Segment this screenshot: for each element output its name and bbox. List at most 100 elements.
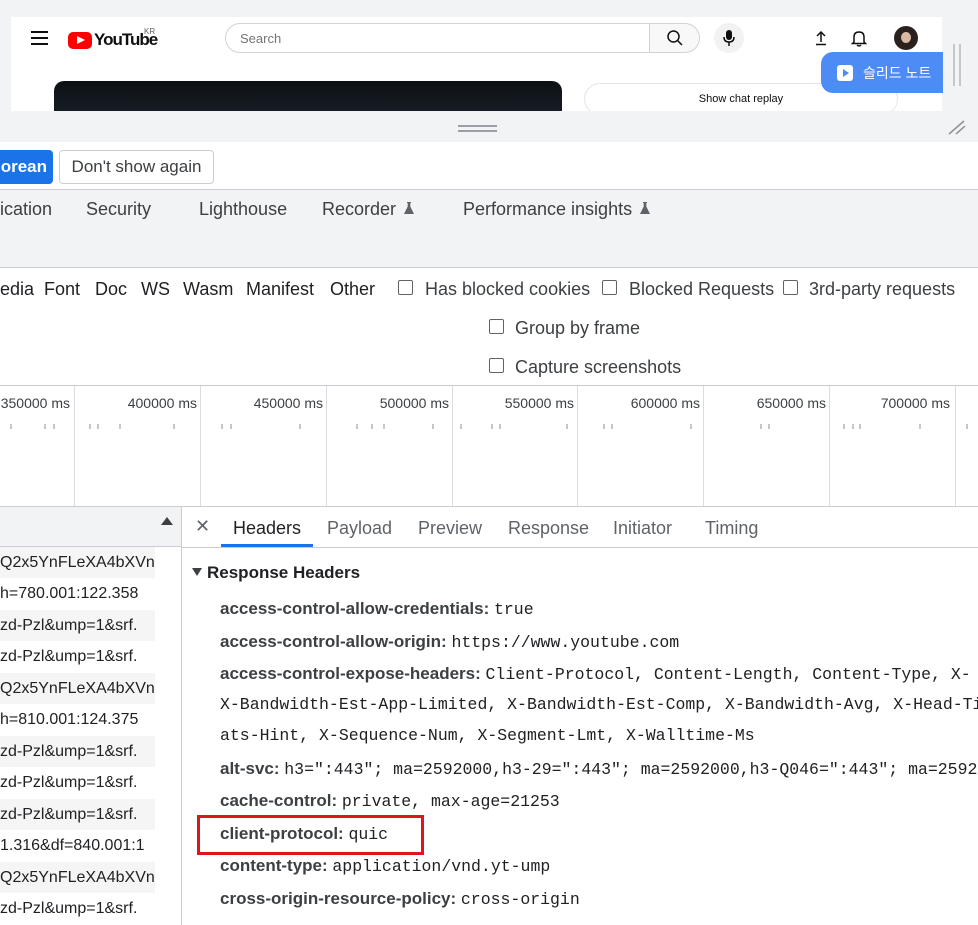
youtube-play-icon	[68, 31, 92, 49]
table-row[interactable]: zd-Pzl&ump=1&srf.	[0, 767, 155, 798]
timeline-tick	[299, 424, 301, 429]
header-row[interactable]: alt-svc: h3=":443"; ma=2592000,h3-29=":4…	[220, 759, 977, 779]
timeline-tick	[371, 424, 373, 429]
header-name: access-control-allow-origin:	[220, 632, 447, 651]
table-row[interactable]: Q2x5YnFLeXA4bXVn	[0, 547, 155, 578]
close-icon[interactable]: ✕	[195, 516, 210, 537]
header-row[interactable]: cross-origin-resource-policy: cross-orig…	[220, 889, 580, 909]
timeline-gridline	[829, 386, 830, 506]
tab-performance-insights[interactable]: Performance insights	[463, 199, 651, 220]
highlight-box	[197, 815, 424, 855]
timeline-label: 600000 ms	[630, 395, 700, 411]
tab-application[interactable]: ication	[0, 199, 52, 220]
tab-timing[interactable]: Timing	[705, 518, 758, 539]
header-value: cross-origin	[460, 890, 580, 909]
tab-payload[interactable]: Payload	[327, 518, 392, 539]
third-party-requests-checkbox[interactable]	[783, 280, 798, 295]
filter-manifest[interactable]: Manifest	[246, 279, 314, 300]
request-list-header[interactable]	[0, 507, 181, 547]
timeline-gridline	[74, 386, 75, 506]
blocked-requests-checkbox[interactable]	[602, 280, 617, 295]
has-blocked-cookies-checkbox[interactable]	[398, 280, 413, 295]
timeline-tick	[97, 424, 99, 429]
header-name: cache-control:	[220, 791, 338, 810]
table-row[interactable]: 1.316&df=840.001:1	[0, 830, 155, 861]
timeline-tick	[356, 424, 358, 429]
filter-media[interactable]: edia	[0, 279, 34, 300]
region-label: KR	[144, 27, 156, 36]
group-by-frame-label[interactable]: Group by frame	[515, 318, 640, 339]
header-value: https://www.youtube.com	[451, 633, 680, 652]
tab-security[interactable]: Security	[86, 199, 151, 220]
header-row[interactable]: access-control-expose-headers: Client-Pr…	[220, 664, 971, 684]
sort-ascending-icon[interactable]	[161, 517, 173, 525]
timeline-tick	[173, 424, 175, 429]
table-row[interactable]: h=780.001:122.358	[0, 578, 155, 609]
hamburger-menu-icon[interactable]	[31, 31, 48, 45]
group-by-frame-checkbox[interactable]	[489, 319, 504, 334]
search-button[interactable]	[650, 23, 700, 53]
header-name: access-control-expose-headers:	[220, 664, 481, 683]
header-value-continuation: X-Bandwidth-Est-App-Limited, X-Bandwidth…	[220, 695, 978, 714]
tab-headers[interactable]: Headers	[233, 518, 301, 539]
timeline-label: 550000 ms	[504, 395, 574, 411]
tab-performance-insights-label: Performance insights	[463, 199, 633, 219]
third-party-requests-label[interactable]: 3rd-party requests	[809, 279, 955, 300]
timeline-tick	[566, 424, 568, 429]
header-row[interactable]: access-control-allow-credentials: true	[220, 599, 534, 619]
response-headers-section-toggle[interactable]: Response Headers	[192, 563, 360, 583]
video-player[interactable]	[54, 81, 562, 111]
timeline-tick	[491, 424, 493, 429]
capture-screenshots-label[interactable]: Capture screenshots	[515, 357, 681, 378]
timeline-tick	[230, 424, 232, 429]
search-input[interactable]	[238, 24, 622, 52]
slide-note-button[interactable]: 슬리드 노트	[821, 52, 943, 93]
header-row[interactable]: access-control-allow-origin: https://www…	[220, 632, 679, 652]
switch-to-korean-button[interactable]: orean	[0, 150, 53, 184]
timeline-label: 700000 ms	[880, 395, 950, 411]
timeline-tick	[221, 424, 223, 429]
search-box[interactable]	[225, 23, 650, 53]
timeline-label: 650000 ms	[756, 395, 826, 411]
header-row[interactable]: content-type: application/vnd.yt-ump	[220, 856, 550, 876]
table-row[interactable]: Q2x5YnFLeXA4bXVn	[0, 673, 155, 704]
timeline-label: 500000 ms	[379, 395, 449, 411]
slide-note-label: 슬리드 노트	[863, 64, 932, 81]
tab-recorder[interactable]: Recorder	[322, 199, 415, 220]
table-row[interactable]: zd-Pzl&ump=1&srf.	[0, 641, 155, 672]
table-row[interactable]: zd-Pzl&ump=1&srf.	[0, 799, 155, 830]
timeline-tick	[768, 424, 770, 429]
filter-font[interactable]: Font	[44, 279, 80, 300]
timeline-tick	[10, 424, 12, 429]
blocked-requests-label[interactable]: Blocked Requests	[629, 279, 774, 300]
has-blocked-cookies-label[interactable]: Has blocked cookies	[425, 279, 590, 300]
header-row[interactable]: cache-control: private, max-age=21253	[220, 791, 560, 811]
tab-lighthouse[interactable]: Lighthouse	[199, 199, 287, 220]
filter-ws[interactable]: WS	[141, 279, 170, 300]
table-row[interactable]: h=810.001:124.375	[0, 704, 155, 735]
timeline-tick	[383, 424, 385, 429]
resize-grip-icon[interactable]	[947, 119, 967, 135]
header-value: true	[494, 600, 534, 619]
capture-screenshots-checkbox[interactable]	[489, 358, 504, 373]
filter-doc[interactable]: Doc	[95, 279, 127, 300]
timeline-tick	[89, 424, 91, 429]
voice-search-button[interactable]	[714, 23, 744, 53]
filter-other[interactable]: Other	[330, 279, 375, 300]
table-row[interactable]: zd-Pzl&ump=1&srf.	[0, 893, 155, 924]
header-value-continuation: ats-Hint, X-Sequence-Num, X-Segment-Lmt,…	[220, 726, 755, 745]
dont-show-again-button[interactable]: Don't show again	[59, 150, 214, 184]
tab-preview[interactable]: Preview	[418, 518, 482, 539]
avatar[interactable]	[894, 26, 918, 50]
table-row[interactable]: Q2x5YnFLeXA4bXVn	[0, 862, 155, 893]
table-row[interactable]: zd-Pzl&ump=1&srf.	[0, 610, 155, 641]
upload-icon[interactable]	[812, 29, 830, 47]
timeline-gridline	[326, 386, 327, 506]
filter-wasm[interactable]: Wasm	[183, 279, 233, 300]
notifications-bell-icon[interactable]	[849, 28, 869, 48]
tab-initiator[interactable]: Initiator	[613, 518, 672, 539]
drawer-drag-handle[interactable]	[458, 125, 497, 132]
tab-response[interactable]: Response	[508, 518, 589, 539]
table-row[interactable]: zd-Pzl&ump=1&srf.	[0, 736, 155, 767]
scrollbar[interactable]	[953, 44, 961, 86]
